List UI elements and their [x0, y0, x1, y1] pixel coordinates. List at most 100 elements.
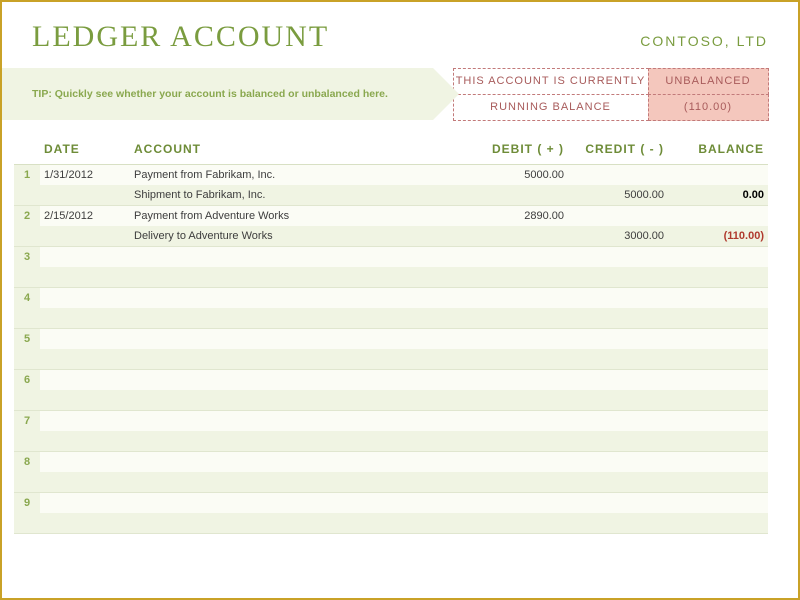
cell-empty[interactable]	[568, 296, 668, 300]
cell-date[interactable]: 1/31/2012	[40, 167, 130, 183]
cell-empty[interactable]	[130, 316, 478, 320]
cell-empty[interactable]	[40, 378, 130, 382]
cell-debit[interactable]	[478, 234, 568, 238]
table-row[interactable]: Shipment to Fabrikam, Inc.5000.000.00	[14, 185, 768, 205]
cell-account[interactable]: Payment from Adventure Works	[130, 208, 478, 224]
cell-empty[interactable]	[668, 255, 768, 259]
table-row[interactable]: 5	[14, 329, 768, 349]
cell-empty[interactable]	[40, 357, 130, 361]
cell-empty[interactable]	[668, 501, 768, 505]
cell-empty[interactable]	[668, 460, 768, 464]
cell-empty[interactable]	[668, 378, 768, 382]
cell-empty[interactable]	[568, 275, 668, 279]
table-row[interactable]: Delivery to Adventure Works3000.00(110.0…	[14, 226, 768, 246]
cell-empty[interactable]	[668, 337, 768, 341]
cell-empty[interactable]	[478, 439, 568, 443]
cell-empty[interactable]	[568, 337, 668, 341]
cell-empty[interactable]	[40, 460, 130, 464]
cell-empty[interactable]	[478, 419, 568, 423]
cell-debit[interactable]: 2890.00	[478, 208, 568, 224]
cell-empty[interactable]	[130, 521, 478, 525]
cell-empty[interactable]	[40, 316, 130, 320]
cell-empty[interactable]	[40, 275, 130, 279]
table-row[interactable]	[14, 431, 768, 451]
cell-credit[interactable]	[568, 173, 668, 177]
cell-account[interactable]: Delivery to Adventure Works	[130, 228, 478, 244]
cell-empty[interactable]	[478, 357, 568, 361]
cell-empty[interactable]	[668, 419, 768, 423]
cell-empty[interactable]	[130, 398, 478, 402]
cell-empty[interactable]	[130, 255, 478, 259]
table-row[interactable]	[14, 267, 768, 287]
cell-account[interactable]: Shipment to Fabrikam, Inc.	[130, 187, 478, 203]
cell-empty[interactable]	[478, 521, 568, 525]
table-row[interactable]: 11/31/2012Payment from Fabrikam, Inc.500…	[14, 165, 768, 185]
cell-empty[interactable]	[40, 439, 130, 443]
cell-credit[interactable]: 3000.00	[568, 228, 668, 244]
cell-empty[interactable]	[668, 316, 768, 320]
cell-empty[interactable]	[568, 398, 668, 402]
cell-empty[interactable]	[478, 296, 568, 300]
table-row[interactable]: 6	[14, 370, 768, 390]
cell-empty[interactable]	[668, 480, 768, 484]
table-row[interactable]	[14, 390, 768, 410]
cell-empty[interactable]	[130, 357, 478, 361]
cell-empty[interactable]	[130, 337, 478, 341]
cell-empty[interactable]	[130, 439, 478, 443]
cell-empty[interactable]	[40, 521, 130, 525]
cell-empty[interactable]	[668, 275, 768, 279]
cell-empty[interactable]	[40, 337, 130, 341]
table-row[interactable]: 3	[14, 247, 768, 267]
cell-empty[interactable]	[130, 501, 478, 505]
cell-empty[interactable]	[40, 255, 130, 259]
table-row[interactable]: 22/15/2012Payment from Adventure Works28…	[14, 206, 768, 226]
cell-empty[interactable]	[478, 255, 568, 259]
cell-empty[interactable]	[130, 460, 478, 464]
cell-empty[interactable]	[130, 296, 478, 300]
cell-empty[interactable]	[478, 316, 568, 320]
cell-empty[interactable]	[40, 419, 130, 423]
cell-credit[interactable]	[568, 214, 668, 218]
table-row[interactable]	[14, 349, 768, 369]
cell-empty[interactable]	[668, 521, 768, 525]
cell-empty[interactable]	[568, 521, 668, 525]
cell-empty[interactable]	[478, 275, 568, 279]
cell-debit[interactable]	[478, 193, 568, 197]
cell-empty[interactable]	[668, 357, 768, 361]
cell-date[interactable]	[40, 193, 130, 197]
cell-empty[interactable]	[130, 275, 478, 279]
cell-debit[interactable]: 5000.00	[478, 167, 568, 183]
cell-empty[interactable]	[668, 398, 768, 402]
cell-empty[interactable]	[568, 316, 668, 320]
cell-empty[interactable]	[668, 439, 768, 443]
table-row[interactable]: 4	[14, 288, 768, 308]
cell-account[interactable]: Payment from Fabrikam, Inc.	[130, 167, 478, 183]
cell-empty[interactable]	[568, 357, 668, 361]
cell-empty[interactable]	[478, 378, 568, 382]
cell-empty[interactable]	[478, 501, 568, 505]
cell-empty[interactable]	[130, 480, 478, 484]
cell-empty[interactable]	[568, 378, 668, 382]
cell-empty[interactable]	[568, 501, 668, 505]
cell-empty[interactable]	[568, 439, 668, 443]
cell-empty[interactable]	[40, 480, 130, 484]
cell-empty[interactable]	[130, 419, 478, 423]
cell-empty[interactable]	[568, 419, 668, 423]
cell-empty[interactable]	[478, 480, 568, 484]
table-row[interactable]	[14, 308, 768, 328]
cell-empty[interactable]	[568, 255, 668, 259]
table-row[interactable]: 7	[14, 411, 768, 431]
cell-empty[interactable]	[478, 398, 568, 402]
cell-empty[interactable]	[478, 460, 568, 464]
table-row[interactable]	[14, 472, 768, 492]
table-row[interactable]: 9	[14, 493, 768, 513]
cell-empty[interactable]	[668, 296, 768, 300]
cell-empty[interactable]	[40, 501, 130, 505]
cell-empty[interactable]	[130, 378, 478, 382]
cell-date[interactable]	[40, 234, 130, 238]
table-row[interactable]	[14, 513, 768, 533]
cell-empty[interactable]	[40, 296, 130, 300]
cell-empty[interactable]	[40, 398, 130, 402]
cell-empty[interactable]	[568, 460, 668, 464]
cell-empty[interactable]	[568, 480, 668, 484]
